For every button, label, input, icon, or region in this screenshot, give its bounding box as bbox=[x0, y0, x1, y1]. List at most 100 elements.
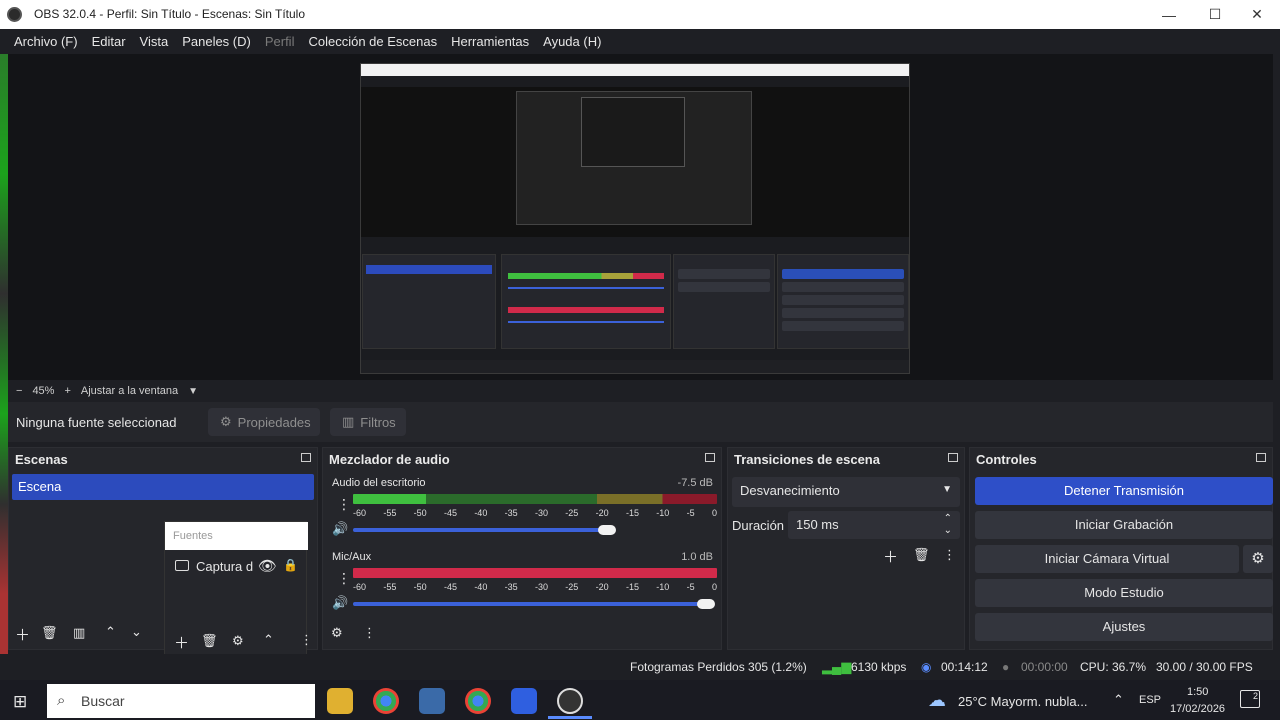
record-time: 00:00:00 bbox=[1021, 660, 1068, 674]
menu-ayuda[interactable]: Ayuda (H) bbox=[543, 34, 601, 49]
nested-transitions-dock bbox=[673, 254, 775, 349]
remove-source-icon[interactable]: 🗑 bbox=[201, 633, 218, 649]
filter-icon: ▥ bbox=[342, 414, 355, 429]
visibility-eye-icon[interactable]: 👁 bbox=[258, 557, 277, 575]
notification-icon[interactable]: 2 bbox=[1240, 690, 1260, 708]
zoom-bar: − 45% + Ajustar a la ventana ▼ bbox=[8, 380, 1273, 402]
settings-button[interactable]: Ajustes bbox=[975, 613, 1273, 641]
virtual-cam-settings-icon[interactable]: ⚙ bbox=[1243, 545, 1273, 573]
transition-selected: Desvanecimiento bbox=[740, 483, 840, 498]
properties-button[interactable]: ⚙ Propiedades bbox=[208, 408, 320, 436]
calculator-icon[interactable] bbox=[419, 688, 445, 714]
menu-coleccion[interactable]: Colección de Escenas bbox=[308, 34, 437, 49]
undock-icon[interactable] bbox=[705, 453, 715, 462]
zoom-out-button[interactable]: − bbox=[16, 385, 22, 397]
minimize-button[interactable]: — bbox=[1146, 0, 1192, 29]
volume-knob[interactable] bbox=[598, 525, 616, 535]
stepper-down-icon[interactable]: ⌄ bbox=[944, 525, 952, 536]
chevron-down-icon: ▼ bbox=[942, 484, 952, 495]
menu-editar[interactable]: Editar bbox=[92, 34, 126, 49]
channel-menu-icon[interactable]: ⋮ bbox=[337, 570, 351, 587]
transition-more-icon[interactable]: ⋮ bbox=[943, 547, 956, 563]
stepper-up-icon[interactable]: ⌃ bbox=[944, 513, 952, 524]
taskbar-search-input[interactable]: Buscar bbox=[47, 684, 315, 718]
obs-taskbar-icon[interactable] bbox=[557, 688, 583, 714]
stop-stream-button[interactable]: Detener Transmisión bbox=[975, 477, 1273, 505]
app-icon[interactable] bbox=[511, 688, 537, 714]
zoom-dropdown-icon[interactable]: ▼ bbox=[188, 386, 198, 397]
windows-start-icon[interactable]: ⊞ bbox=[13, 692, 27, 712]
start-record-button[interactable]: Iniciar Grabación bbox=[975, 511, 1273, 539]
chevron-up-icon[interactable]: ⌃ bbox=[1113, 692, 1124, 708]
source-more-icon[interactable]: ⋮ bbox=[300, 632, 313, 648]
obs-logo-icon bbox=[7, 7, 22, 22]
remove-transition-icon[interactable]: 🗑 bbox=[913, 547, 930, 563]
chrome-alt-icon[interactable] bbox=[465, 688, 491, 714]
nested-taskbar bbox=[361, 360, 909, 373]
add-scene-icon[interactable]: ＋ bbox=[15, 624, 30, 645]
channel-db: 1.0 dB bbox=[681, 551, 713, 563]
source-up-icon[interactable]: ⌃ bbox=[263, 632, 274, 648]
add-transition-icon[interactable]: ＋ bbox=[883, 546, 898, 567]
nested-mixer-dock bbox=[501, 254, 671, 349]
zoom-fit-label[interactable]: Ajustar a la ventana bbox=[81, 385, 178, 397]
advanced-audio-icon[interactable]: ⚙ bbox=[331, 625, 343, 641]
preview-capture-image bbox=[360, 63, 910, 374]
menu-archivo[interactable]: Archivo (F) bbox=[14, 34, 78, 49]
clock-time[interactable]: 1:50 bbox=[1187, 686, 1208, 698]
signal-icon: ▂▄▆ bbox=[822, 659, 852, 674]
channel-menu-icon[interactable]: ⋮ bbox=[337, 496, 351, 513]
monitor-icon bbox=[175, 560, 189, 571]
sources-search-field[interactable]: Fuentes bbox=[165, 522, 308, 550]
stream-time: 00:14:12 bbox=[941, 660, 988, 674]
close-button[interactable]: ✕ bbox=[1234, 0, 1280, 29]
chrome-icon[interactable] bbox=[373, 688, 399, 714]
meter-ticks: -60 -55 -50 -45 -40 -35 -30 -25 -20 -15 -10 -5 0 bbox=[353, 508, 717, 518]
speaker-icon[interactable]: 🔊 bbox=[332, 521, 348, 537]
duration-value: 150 ms bbox=[796, 517, 839, 532]
source-item-label[interactable]: Captura d bbox=[196, 559, 253, 574]
volume-slider[interactable] bbox=[353, 528, 609, 532]
volume-knob[interactable] bbox=[697, 599, 715, 609]
sources-dock: Fuentes Captura d 👁 🔒 ＋ 🗑 ⚙ ⌃ ⋮ bbox=[164, 521, 313, 656]
mixer-header: Mezclador de audio bbox=[323, 448, 721, 470]
search-icon: ⌕ bbox=[57, 692, 66, 709]
stream-icon: ◉ bbox=[921, 660, 932, 674]
studio-mode-button[interactable]: Modo Estudio bbox=[975, 579, 1273, 607]
clock-date[interactable]: 17/02/2026 bbox=[1170, 703, 1225, 715]
undock-icon[interactable] bbox=[948, 453, 958, 462]
active-indicator bbox=[548, 716, 592, 719]
source-settings-icon[interactable]: ⚙ bbox=[232, 633, 244, 649]
duration-label: Duración bbox=[732, 518, 785, 533]
remove-scene-icon[interactable]: 🗑 bbox=[41, 625, 58, 641]
scene-item[interactable]: Escena bbox=[12, 474, 314, 500]
undock-icon[interactable] bbox=[301, 453, 311, 462]
maximize-button[interactable]: ☐ bbox=[1192, 0, 1238, 29]
speaker-icon[interactable]: 🔊 bbox=[332, 595, 348, 611]
filters-button[interactable]: ▥ Filtros bbox=[330, 408, 406, 436]
file-explorer-icon[interactable] bbox=[327, 688, 353, 714]
menu-paneles[interactable]: Paneles (D) bbox=[182, 34, 251, 49]
menu-vista[interactable]: Vista bbox=[140, 34, 169, 49]
transition-select[interactable]: Desvanecimiento ▼ bbox=[732, 477, 960, 507]
mixer-more-icon[interactable]: ⋮ bbox=[363, 625, 376, 641]
move-up-icon[interactable]: ⌃ bbox=[105, 624, 116, 640]
duration-spinbox[interactable]: 150 ms ⌃ ⌄ bbox=[788, 511, 960, 539]
level-meter bbox=[353, 568, 717, 578]
weather-text[interactable]: 25°C Mayorm. nubla... bbox=[958, 694, 1087, 709]
language-indicator[interactable]: ESP bbox=[1139, 694, 1161, 706]
scenes-title: Escenas bbox=[15, 452, 68, 467]
menu-perfil[interactable]: Perfil bbox=[265, 34, 295, 49]
menu-herramientas[interactable]: Herramientas bbox=[451, 34, 529, 49]
zoom-in-button[interactable]: + bbox=[64, 385, 70, 397]
mixer-title: Mezclador de audio bbox=[329, 452, 450, 467]
move-down-icon[interactable]: ⌄ bbox=[131, 624, 142, 640]
audio-mixer-dock: Mezclador de audio Audio del escritorio … bbox=[322, 447, 722, 650]
no-source-label: Ninguna fuente seleccionad bbox=[16, 415, 177, 430]
volume-slider[interactable] bbox=[353, 602, 713, 606]
add-source-icon[interactable]: ＋ bbox=[174, 632, 189, 653]
virtual-cam-button[interactable]: Iniciar Cámara Virtual bbox=[975, 545, 1239, 573]
scene-filters-icon[interactable]: ▥ bbox=[73, 625, 85, 641]
undock-icon[interactable] bbox=[1256, 453, 1266, 462]
lock-icon[interactable]: 🔒 bbox=[283, 558, 298, 572]
